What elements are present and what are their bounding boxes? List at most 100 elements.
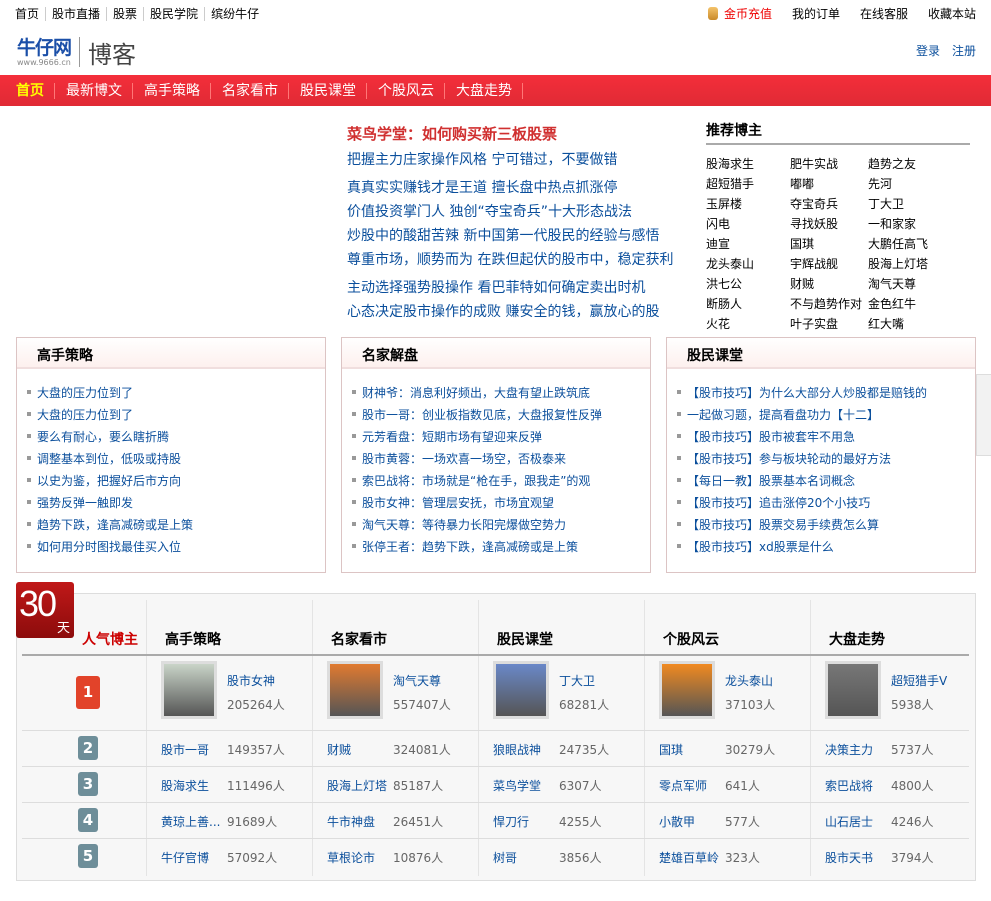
- headline-link[interactable]: 主动选择强势股操作 看巴菲特如何确定卖出时机: [347, 276, 687, 300]
- nav-item[interactable]: 大盘走势: [448, 82, 523, 99]
- avatar[interactable]: [659, 661, 715, 719]
- panel-link[interactable]: 【股市技巧】追击涨停20个小技巧: [677, 492, 975, 514]
- blogger-name[interactable]: 股市天书: [825, 849, 873, 866]
- panel-link[interactable]: 元芳看盘：短期市场有望迎来反弹: [352, 426, 650, 448]
- panel-link[interactable]: 强势反弹一触即发: [27, 492, 325, 514]
- panel-link[interactable]: 股市一哥：创业板指数见底，大盘报复性反弹: [352, 404, 650, 426]
- blogger-link[interactable]: 断肠人: [706, 294, 790, 314]
- blogger-link[interactable]: 宇辉战舰: [790, 254, 868, 274]
- column-title[interactable]: 个股风云: [663, 629, 719, 649]
- column-title[interactable]: 股民课堂: [497, 629, 553, 649]
- blogger-name[interactable]: 菜鸟学堂: [493, 777, 541, 794]
- blogger-link[interactable]: 嘟嘟: [790, 174, 868, 194]
- headline-link[interactable]: 把握主力庄家操作风格 宁可错过，不要做错: [347, 148, 687, 172]
- panel-title[interactable]: 名家解盘: [342, 338, 650, 369]
- blogger-name[interactable]: 龙头泰山: [725, 672, 773, 689]
- blogger-name[interactable]: 股市一哥: [161, 741, 209, 758]
- blogger-link[interactable]: 先河: [868, 174, 968, 194]
- blogger-link[interactable]: 淘气天尊: [868, 274, 968, 294]
- avatar[interactable]: [493, 661, 549, 719]
- panel-link[interactable]: 淘气天尊：等待暴力长阳完爆做空势力: [352, 514, 650, 536]
- blogger-name[interactable]: 超短猎手V: [891, 672, 947, 689]
- panel-link[interactable]: 【股市技巧】xd股票是什么: [677, 536, 975, 558]
- blogger-link[interactable]: 寻找妖股: [790, 214, 868, 234]
- panel-link[interactable]: 【每日一教】股票基本名词概念: [677, 470, 975, 492]
- blogger-name[interactable]: 黄琼上善...: [161, 813, 220, 830]
- blogger-link[interactable]: 一和家家: [868, 214, 968, 234]
- blogger-link[interactable]: 洪七公: [706, 274, 790, 294]
- avatar[interactable]: [825, 661, 881, 719]
- blogger-link[interactable]: 肥牛实战: [790, 154, 868, 174]
- column-title[interactable]: 名家看市: [331, 629, 387, 649]
- blogger-link[interactable]: 迪宣: [706, 234, 790, 254]
- top-link-stock[interactable]: 股票: [106, 7, 143, 21]
- panel-link[interactable]: 要么有耐心，要么瞎折腾: [27, 426, 325, 448]
- blogger-name[interactable]: 山石居士: [825, 813, 873, 830]
- blogger-name[interactable]: 决策主力: [825, 741, 873, 758]
- panel-link[interactable]: 张停王者：趋势下跌，逢高减磅或是上策: [352, 536, 650, 558]
- nav-item[interactable]: 名家看市: [214, 82, 289, 99]
- blogger-name[interactable]: 树哥: [493, 849, 517, 866]
- top-link-home[interactable]: 首页: [15, 7, 45, 21]
- blogger-name[interactable]: 股海上灯塔: [327, 777, 387, 794]
- panel-link[interactable]: 【股市技巧】为什么大部分人炒股都是赔钱的: [677, 382, 975, 404]
- headline-link[interactable]: 心态决定股市操作的成败 赚安全的钱，赢放心的股: [347, 300, 687, 324]
- blogger-link[interactable]: 金色红牛: [868, 294, 968, 314]
- headline-link[interactable]: 尊重市场，顺势而为 在跌但起伏的股市中，稳定获利: [347, 248, 687, 272]
- panel-link[interactable]: 如何用分时图找最佳买入位: [27, 536, 325, 558]
- panel-link[interactable]: 索巴战将：市场就是“枪在手，跟我走”的观: [352, 470, 650, 492]
- headline-link[interactable]: 真真实实赚钱才是王道 擅长盘中热点抓涨停: [347, 176, 687, 200]
- headline-link[interactable]: 价值投资掌门人 独创“夺宝奇兵”十大形态战法: [347, 200, 687, 224]
- service-link[interactable]: 在线客服: [860, 7, 908, 21]
- blogger-link[interactable]: 大鹏任高飞: [868, 234, 968, 254]
- nav-item[interactable]: 高手策略: [136, 82, 211, 99]
- panel-link[interactable]: 一起做习题，提高看盘功力【十二】: [677, 404, 975, 426]
- column-title[interactable]: 大盘走势: [829, 629, 885, 649]
- headline-link[interactable]: 炒股中的酸甜苦辣 新中国第一代股民的经验与感悟: [347, 224, 687, 248]
- site-logo[interactable]: 牛仔网 www.9666.cn 博客: [17, 36, 136, 69]
- panel-link[interactable]: 股市黄蓉：一场欢喜一场空，否极泰来: [352, 448, 650, 470]
- blogger-name[interactable]: 零点军师: [659, 777, 707, 794]
- avatar[interactable]: [327, 661, 383, 719]
- panel-link[interactable]: 【股市技巧】股市被套牢不用急: [677, 426, 975, 448]
- blogger-name[interactable]: 股市女神: [227, 672, 275, 689]
- blogger-name[interactable]: 牛市神盘: [327, 813, 375, 830]
- panel-title[interactable]: 股民课堂: [667, 338, 975, 369]
- panel-link[interactable]: 调整基本到位，低吸或持股: [27, 448, 325, 470]
- favorite-link[interactable]: 收藏本站: [928, 7, 976, 21]
- blogger-link[interactable]: 玉屏楼: [706, 194, 790, 214]
- blogger-name[interactable]: 国琪: [659, 741, 683, 758]
- orders-link[interactable]: 我的订单: [792, 7, 840, 21]
- blogger-link[interactable]: 红大嘴: [868, 314, 968, 334]
- panel-link[interactable]: 大盘的压力位到了: [27, 382, 325, 404]
- blogger-name[interactable]: 丁大卫: [559, 672, 595, 689]
- blogger-name[interactable]: 楚雄百草岭: [659, 849, 719, 866]
- panel-title[interactable]: 高手策略: [17, 338, 325, 369]
- blogger-link[interactable]: 闪电: [706, 214, 790, 234]
- main-headline[interactable]: 菜鸟学堂：如何购买新三板股票: [347, 124, 687, 144]
- blogger-link[interactable]: 股海求生: [706, 154, 790, 174]
- top-link-fun[interactable]: 缤纷牛仔: [204, 7, 265, 21]
- blogger-name[interactable]: 草根论市: [327, 849, 375, 866]
- side-popup[interactable]: [976, 374, 991, 456]
- blogger-link[interactable]: 叶子实盘: [790, 314, 868, 334]
- panel-link[interactable]: 【股市技巧】股票交易手续费怎么算: [677, 514, 975, 536]
- blogger-link[interactable]: 丁大卫: [868, 194, 968, 214]
- blogger-name[interactable]: 小散甲: [659, 813, 695, 830]
- blogger-link[interactable]: 国琪: [790, 234, 868, 254]
- blogger-link[interactable]: 不与趋势作对: [790, 294, 868, 314]
- blogger-name[interactable]: 牛仔官博: [161, 849, 209, 866]
- nav-item[interactable]: 首页: [8, 82, 55, 99]
- nav-item[interactable]: 股民课堂: [292, 82, 367, 99]
- blogger-name[interactable]: 财贼: [327, 741, 351, 758]
- panel-link[interactable]: 以史为鉴，把握好后市方向: [27, 470, 325, 492]
- panel-link[interactable]: 大盘的压力位到了: [27, 404, 325, 426]
- panel-link[interactable]: 股市女神：管理层安抚，市场宜观望: [352, 492, 650, 514]
- login-link[interactable]: 登录: [916, 42, 940, 59]
- blogger-link[interactable]: 夺宝奇兵: [790, 194, 868, 214]
- nav-item[interactable]: 个股风云: [370, 82, 445, 99]
- blogger-link[interactable]: 财贼: [790, 274, 868, 294]
- blogger-name[interactable]: 淘气天尊: [393, 672, 441, 689]
- top-link-live[interactable]: 股市直播: [45, 7, 106, 21]
- recharge-link[interactable]: 金币充值: [707, 7, 772, 21]
